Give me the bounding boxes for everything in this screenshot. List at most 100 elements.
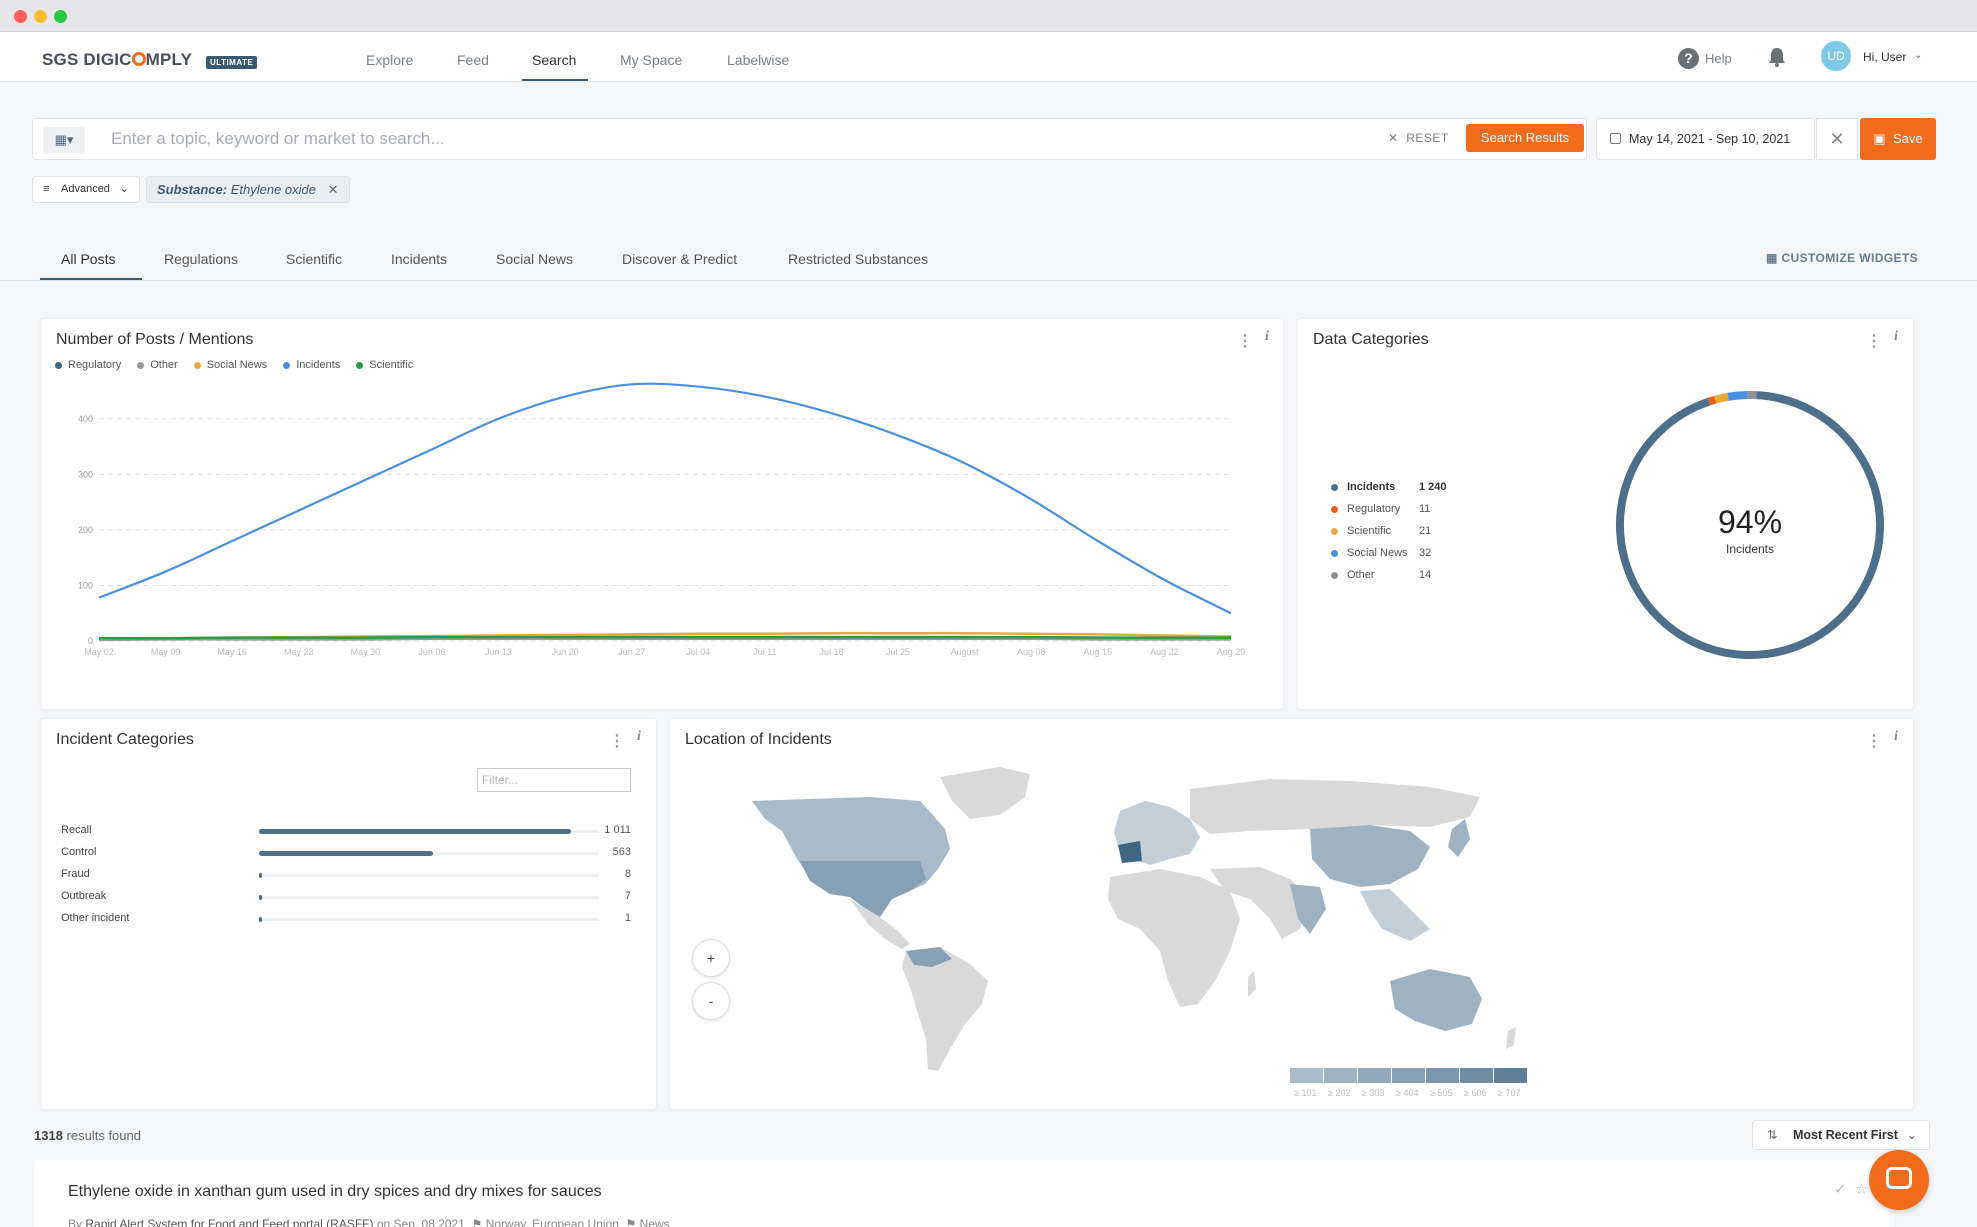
x-tick-label: August (951, 647, 980, 657)
tab-all-posts[interactable]: All Posts (61, 251, 115, 267)
help-link[interactable]: Help (1705, 51, 1732, 66)
reset-button[interactable]: ✕ RESET (1388, 131, 1449, 145)
scale-segment (1324, 1068, 1358, 1083)
results-count-value: 1318 (34, 1128, 63, 1143)
map-region-russia[interactable] (1190, 779, 1480, 834)
search-bar: ▦▾ ✕ RESET (32, 118, 1587, 160)
save-button[interactable]: ▣ Save (1860, 118, 1936, 160)
map-region-australia[interactable] (1390, 969, 1482, 1031)
donut-slice-regulatory[interactable] (1707, 395, 1717, 406)
bar-fill (259, 829, 572, 834)
incident-categories-widget: Incident Categories ⋮ i Recall 1 011 Contr… (40, 718, 657, 1110)
bell-icon[interactable] (1766, 46, 1788, 68)
world-map[interactable] (670, 719, 1915, 1111)
substance-filter-chip[interactable]: Substance: Ethylene oxide ✕ (146, 176, 350, 203)
bar-value: 8 (624, 868, 631, 880)
logo-ring-icon (131, 52, 146, 66)
factory-icon[interactable]: ▦▾ (43, 127, 85, 153)
x-tick-label: Jul 25 (886, 647, 910, 657)
series-line-other[interactable] (98, 637, 1231, 642)
scale-label: ≥ 606 (1464, 1088, 1487, 1098)
date-range-picker[interactable]: May 14, 2021 - Sep 10, 2021 (1596, 118, 1815, 160)
maximize-window-button[interactable] (54, 10, 67, 23)
result-meta: By Rapid Alert System for Food and Feed … (68, 1217, 670, 1227)
help-icon[interactable]: ? (1678, 48, 1699, 69)
map-region-greenland[interactable] (940, 767, 1030, 819)
nav-my-space[interactable]: My Space (620, 52, 682, 68)
donut-slice-scientific[interactable] (1714, 392, 1729, 404)
nav-feed[interactable]: Feed (457, 52, 489, 68)
bar-value: 7 (624, 890, 631, 902)
bar-label: Recall (61, 824, 92, 836)
series-line-scientific[interactable] (98, 635, 1231, 640)
search-results-button[interactable]: Search Results (1466, 124, 1584, 152)
x-tick-label: Aug 15 (1084, 647, 1113, 657)
map-region-africa[interactable] (1108, 869, 1240, 1007)
donut-slice-social-news[interactable] (1727, 391, 1748, 401)
map-region-north-america[interactable] (752, 797, 950, 917)
brand-logo[interactable]: SGS DIGIC MPLY (42, 50, 192, 70)
bar-track (259, 917, 599, 922)
map-color-scale (1290, 1068, 1528, 1083)
incident-bar-row[interactable]: Outbreak 7 (61, 889, 631, 907)
donut-center-label: Incidents (1726, 542, 1774, 556)
tab-restricted-substances[interactable]: Restricted Substances (788, 251, 928, 267)
info-icon[interactable]: i (632, 729, 646, 747)
sort-dropdown[interactable]: ⇅ Most Recent First ⌄ (1752, 1120, 1930, 1150)
search-input[interactable] (111, 125, 1111, 153)
bar-value: 563 (612, 846, 631, 858)
chat-bubble-icon (1886, 1167, 1912, 1189)
result-source[interactable]: Rapid Alert System for Food and Feed por… (85, 1217, 373, 1227)
chat-button[interactable] (1869, 1150, 1929, 1210)
map-region-china[interactable] (1310, 825, 1430, 887)
nav-explore[interactable]: Explore (366, 52, 413, 68)
bar-value: 1 (624, 912, 631, 924)
zoom-out-button[interactable]: - (692, 982, 730, 1020)
avatar[interactable]: UD (1821, 41, 1851, 71)
zoom-in-button[interactable]: + (692, 939, 730, 977)
result-date: on Sep. 08 2021 (376, 1217, 465, 1227)
incident-bar-row[interactable]: Recall 1 011 (61, 823, 631, 841)
series-line-incidents[interactable] (98, 382, 1232, 615)
result-item[interactable]: Ethylene oxide in xanthan gum used in dr… (34, 1160, 1890, 1227)
scale-label: ≥ 707 (1498, 1088, 1521, 1098)
advanced-filter-button[interactable]: ≡ Advanced ⌄ (32, 176, 140, 203)
data-categories-widget: Data Categories ⋮ i Incidents 1 240 Regula… (1297, 318, 1914, 710)
close-window-button[interactable] (14, 10, 27, 23)
clear-date-icon[interactable]: ✕ (1816, 118, 1858, 160)
bar-track (259, 873, 599, 878)
y-tick-label: 300 (78, 469, 93, 479)
x-tick-label: Aug 29 (1217, 647, 1246, 657)
minimize-window-button[interactable] (34, 10, 47, 23)
incident-filter-input[interactable] (477, 768, 631, 792)
tab-regulations[interactable]: Regulations (164, 251, 238, 267)
map-region-japan[interactable] (1448, 819, 1470, 857)
user-menu[interactable]: Hi, User (1863, 50, 1906, 64)
map-region-new-zealand[interactable] (1506, 1027, 1516, 1049)
result-by: By (68, 1217, 83, 1227)
more-vertical-icon[interactable]: ⋮ (609, 731, 625, 751)
flag-icon: ⚑ (471, 1217, 483, 1227)
tab-incidents[interactable]: Incidents (391, 251, 447, 267)
tab-scientific[interactable]: Scientific (286, 251, 342, 267)
chevron-down-icon[interactable]: ⌄ (1914, 50, 1922, 61)
nav-labelwise[interactable]: Labelwise (727, 52, 789, 68)
map-region-south-america[interactable] (902, 947, 988, 1071)
sort-label: Most Recent First (1793, 1128, 1898, 1142)
incident-bar-row[interactable]: Fraud 8 (61, 867, 631, 885)
bar-track (259, 851, 599, 856)
map-region-madagascar[interactable] (1248, 971, 1256, 997)
remove-filter-icon[interactable]: ✕ (328, 182, 339, 197)
map-region-southeast-asia[interactable] (1360, 889, 1430, 941)
widget-title: Incident Categories (56, 731, 194, 748)
incident-bar-row[interactable]: Other incident 1 (61, 911, 631, 929)
customize-label: CUSTOMIZE WIDGETS (1781, 251, 1919, 265)
customize-widgets-button[interactable]: ▦ CUSTOMIZE WIDGETS (1766, 251, 1918, 265)
check-icon[interactable]: ✓ (1834, 1181, 1855, 1198)
tab-discover-predict[interactable]: Discover & Predict (622, 251, 737, 267)
scale-segment (1426, 1068, 1460, 1083)
nav-search[interactable]: Search (532, 52, 576, 68)
tab-social-news[interactable]: Social News (496, 251, 573, 267)
result-title[interactable]: Ethylene oxide in xanthan gum used in dr… (68, 1183, 602, 1201)
incident-bar-row[interactable]: Control 563 (61, 845, 631, 863)
